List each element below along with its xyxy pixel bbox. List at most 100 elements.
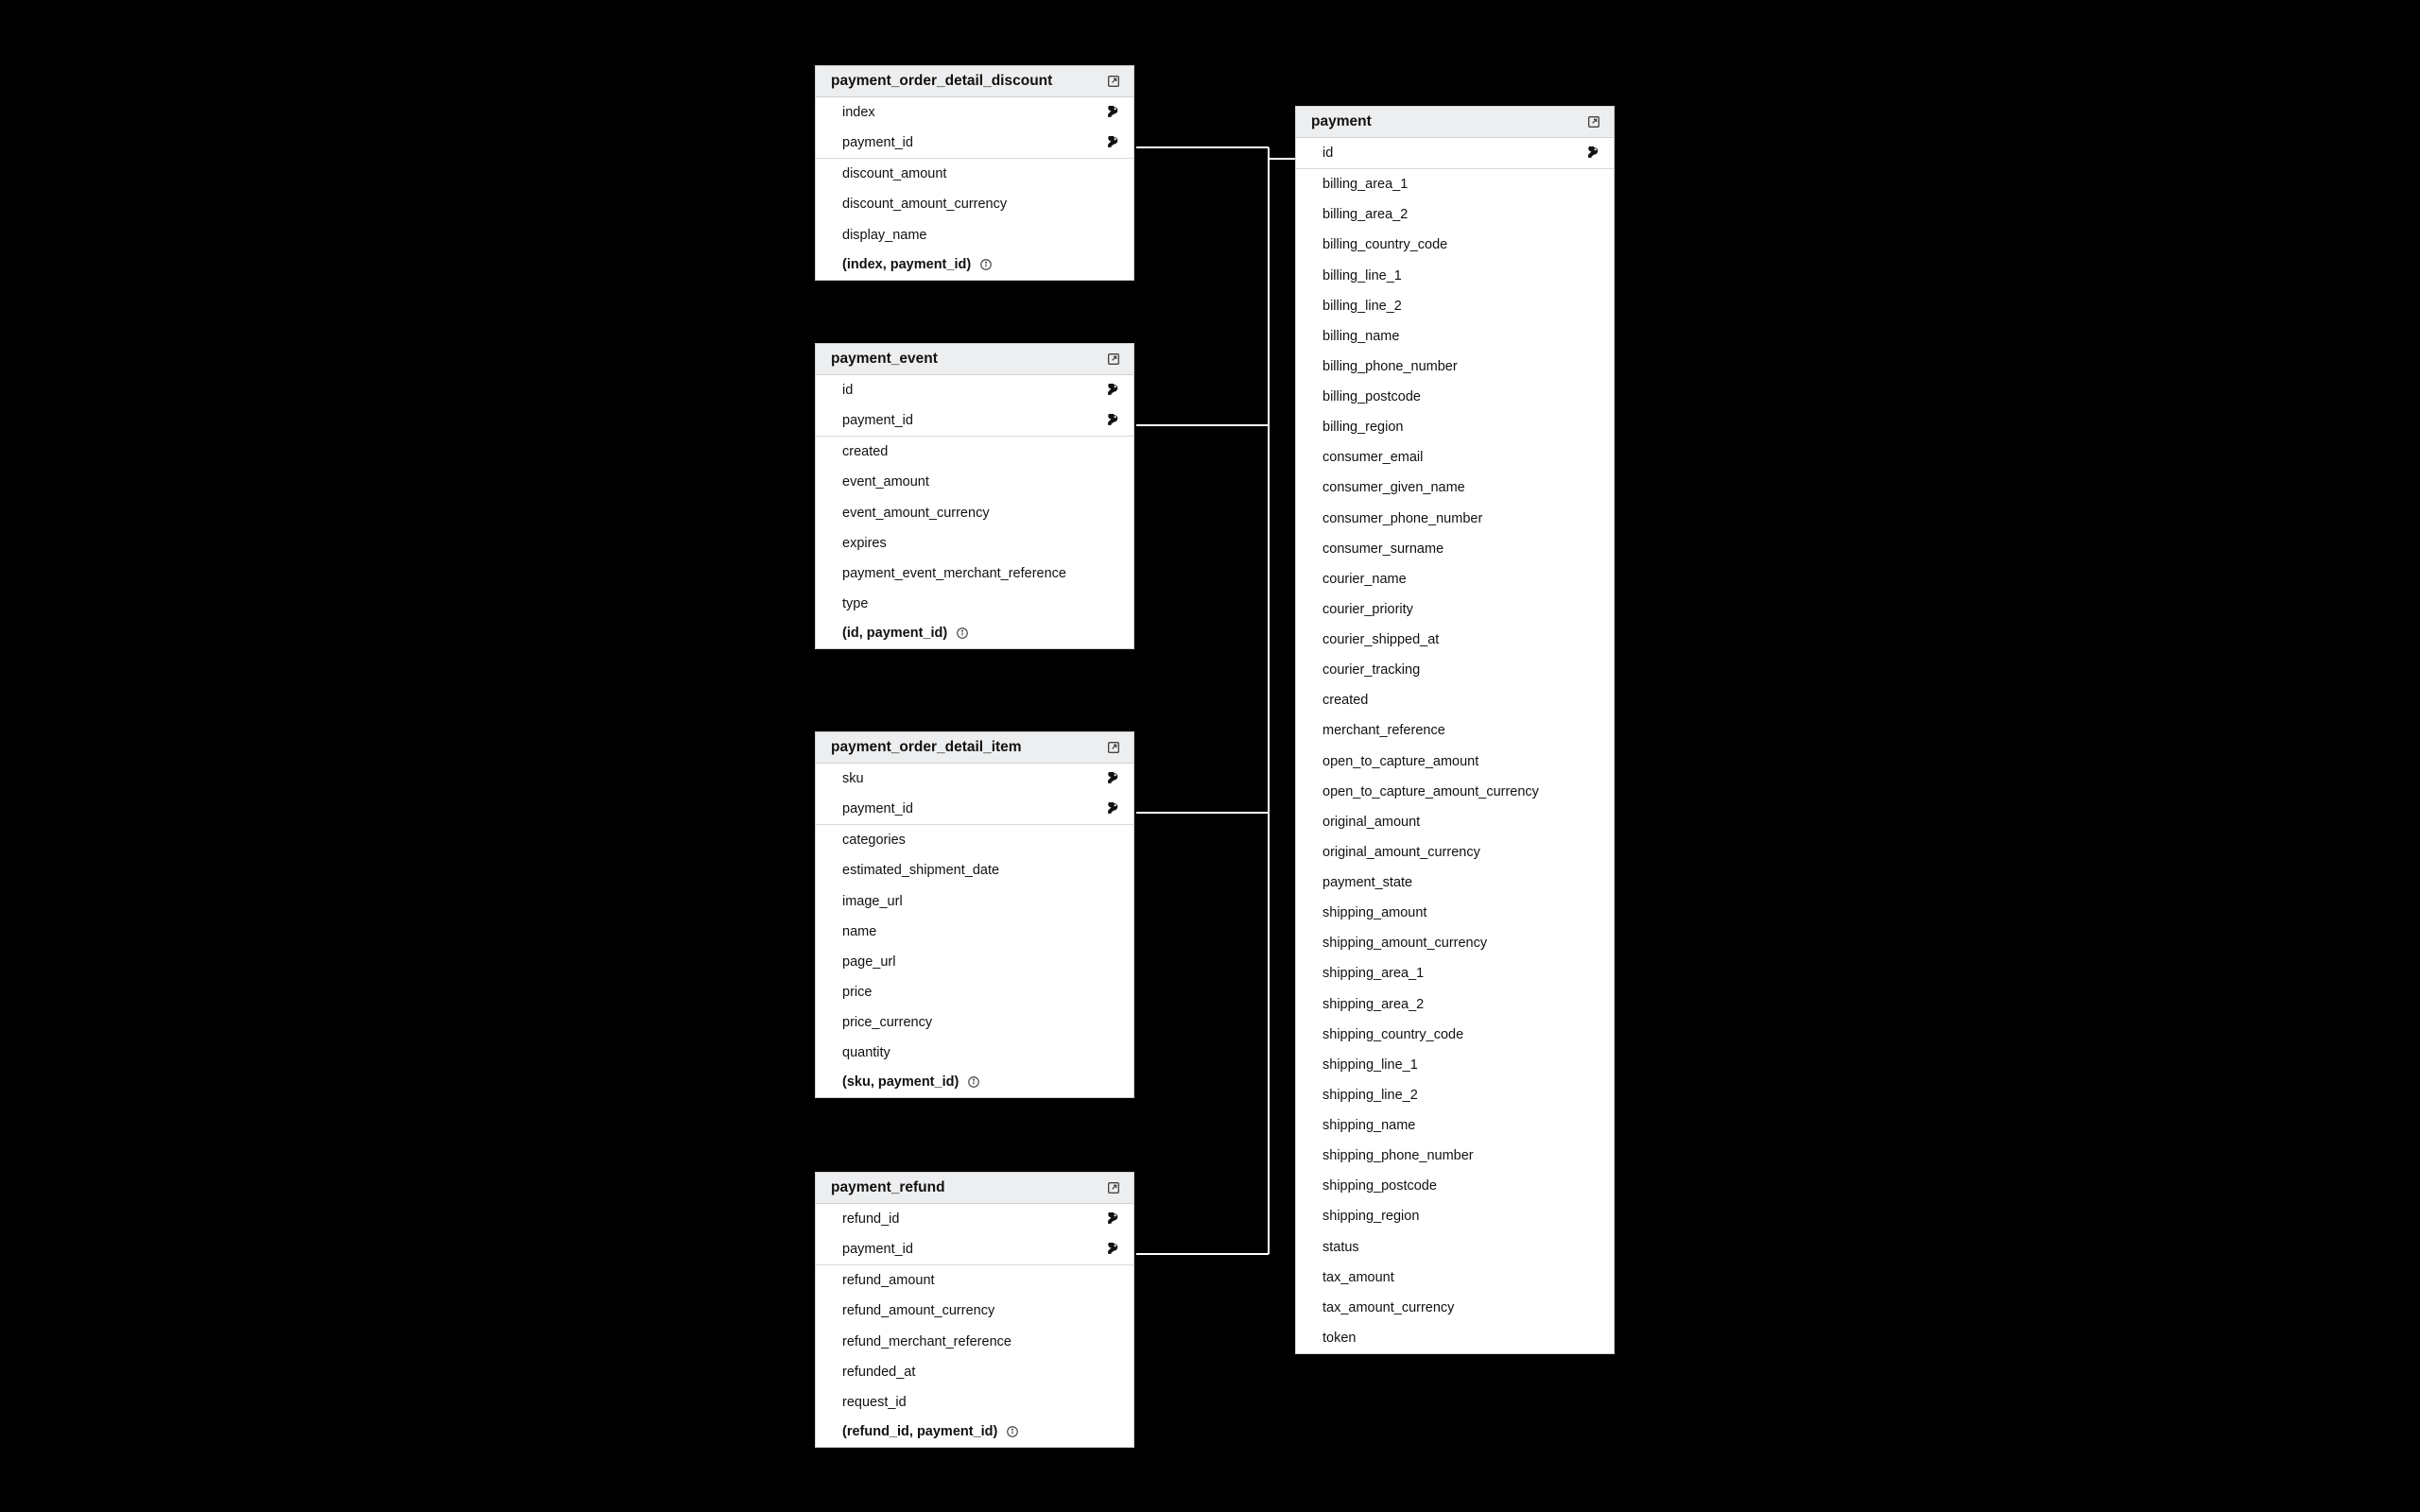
column-row[interactable]: event_amount_currency <box>816 498 1133 528</box>
column-row[interactable]: event_amount <box>816 467 1133 497</box>
column-row[interactable]: id <box>1296 138 1614 168</box>
open-external-icon[interactable] <box>1105 1179 1122 1196</box>
column-row[interactable]: shipping_line_1 <box>1296 1050 1614 1080</box>
column-row[interactable]: shipping_amount <box>1296 898 1614 928</box>
column-row[interactable]: created <box>816 437 1133 467</box>
column-name: name <box>842 923 876 940</box>
column-row[interactable]: price_currency <box>816 1007 1133 1038</box>
column-name: created <box>842 443 888 460</box>
table-payment-order-detail-item[interactable]: payment_order_detail_item sku payment_id… <box>815 731 1134 1098</box>
column-row[interactable]: sku <box>816 764 1133 794</box>
table-title: payment <box>1311 113 1372 130</box>
column-row[interactable]: refund_merchant_reference <box>816 1327 1133 1357</box>
open-external-icon[interactable] <box>1105 351 1122 368</box>
column-row[interactable]: billing_country_code <box>1296 230 1614 260</box>
column-row[interactable]: billing_name <box>1296 321 1614 352</box>
open-external-icon[interactable] <box>1105 73 1122 90</box>
column-name: refund_merchant_reference <box>842 1333 1011 1350</box>
column-row[interactable]: payment_event_merchant_reference <box>816 558 1133 589</box>
column-row[interactable]: created <box>1296 685 1614 715</box>
column-row[interactable]: tax_amount_currency <box>1296 1293 1614 1323</box>
column-row[interactable]: shipping_area_2 <box>1296 989 1614 1020</box>
column-name: payment_id <box>842 1241 913 1258</box>
column-row[interactable]: page_url <box>816 947 1133 977</box>
column-row[interactable]: shipping_region <box>1296 1201 1614 1231</box>
column-row[interactable]: discount_amount <box>816 159 1133 189</box>
column-row[interactable]: token <box>1296 1323 1614 1353</box>
column-row[interactable]: display_name <box>816 220 1133 250</box>
table-payment-order-detail-discount[interactable]: payment_order_detail_discount index paym… <box>815 65 1134 281</box>
column-row[interactable]: consumer_surname <box>1296 534 1614 564</box>
column-row[interactable]: shipping_postcode <box>1296 1171 1614 1201</box>
column-row[interactable]: estimated_shipment_date <box>816 855 1133 885</box>
column-row[interactable]: payment_state <box>1296 868 1614 898</box>
column-row[interactable]: shipping_amount_currency <box>1296 928 1614 958</box>
column-row[interactable]: billing_phone_number <box>1296 352 1614 382</box>
column-row[interactable]: discount_amount_currency <box>816 189 1133 219</box>
table-header[interactable]: payment <box>1296 107 1614 138</box>
column-row[interactable]: categories <box>816 825 1133 855</box>
info-icon[interactable] <box>955 627 969 641</box>
column-name: discount_amount_currency <box>842 196 1007 213</box>
table-header[interactable]: payment_order_detail_item <box>816 732 1133 764</box>
column-row[interactable]: original_amount_currency <box>1296 837 1614 868</box>
column-row[interactable]: consumer_email <box>1296 442 1614 472</box>
column-row[interactable]: type <box>816 589 1133 619</box>
column-row[interactable]: shipping_name <box>1296 1110 1614 1141</box>
open-external-icon[interactable] <box>1105 739 1122 756</box>
column-row[interactable]: original_amount <box>1296 807 1614 837</box>
column-row[interactable]: shipping_phone_number <box>1296 1141 1614 1171</box>
table-payment-event[interactable]: payment_event id payment_id created even… <box>815 343 1134 649</box>
open-external-icon[interactable] <box>1585 113 1602 130</box>
column-row[interactable]: index <box>816 97 1133 128</box>
column-name: index <box>842 104 875 121</box>
table-header[interactable]: payment_event <box>816 344 1133 375</box>
column-row[interactable]: open_to_capture_amount <box>1296 747 1614 777</box>
column-row[interactable]: consumer_phone_number <box>1296 504 1614 534</box>
column-row[interactable]: refund_amount_currency <box>816 1296 1133 1326</box>
column-row[interactable]: status <box>1296 1232 1614 1263</box>
table-header[interactable]: payment_refund <box>816 1173 1133 1204</box>
column-row[interactable]: refund_amount <box>816 1265 1133 1296</box>
column-row[interactable]: refunded_at <box>816 1357 1133 1387</box>
column-row[interactable]: courier_name <box>1296 564 1614 594</box>
table-payment[interactable]: payment id billing_area_1billing_area_2b… <box>1295 106 1615 1354</box>
column-row[interactable]: payment_id <box>816 128 1133 158</box>
column-row[interactable]: billing_area_2 <box>1296 199 1614 230</box>
column-row[interactable]: billing_area_1 <box>1296 169 1614 199</box>
column-row[interactable]: name <box>816 917 1133 947</box>
table-header[interactable]: payment_order_detail_discount <box>816 66 1133 97</box>
column-row[interactable]: shipping_area_1 <box>1296 958 1614 988</box>
column-row[interactable]: id <box>816 375 1133 405</box>
column-row[interactable]: merchant_reference <box>1296 715 1614 746</box>
column-name: original_amount <box>1322 814 1420 831</box>
info-icon[interactable] <box>966 1075 980 1090</box>
column-name: tax_amount_currency <box>1322 1299 1454 1316</box>
column-row[interactable]: open_to_capture_amount_currency <box>1296 777 1614 807</box>
column-row[interactable]: tax_amount <box>1296 1263 1614 1293</box>
info-icon[interactable] <box>1005 1424 1019 1438</box>
table-payment-refund[interactable]: payment_refund refund_id payment_id refu… <box>815 1172 1134 1448</box>
column-row[interactable]: shipping_line_2 <box>1296 1080 1614 1110</box>
column-row[interactable]: price <box>816 977 1133 1007</box>
column-row[interactable]: request_id <box>816 1387 1133 1418</box>
column-row[interactable]: quantity <box>816 1038 1133 1068</box>
column-row[interactable]: billing_region <box>1296 412 1614 442</box>
column-row[interactable]: refund_id <box>816 1204 1133 1234</box>
column-row[interactable]: billing_line_2 <box>1296 291 1614 321</box>
column-name: billing_line_2 <box>1322 298 1402 315</box>
column-row[interactable]: payment_id <box>816 794 1133 824</box>
column-row[interactable]: billing_postcode <box>1296 382 1614 412</box>
column-row[interactable]: expires <box>816 528 1133 558</box>
column-row[interactable]: payment_id <box>816 405 1133 436</box>
column-row[interactable]: image_url <box>816 886 1133 917</box>
column-row[interactable]: billing_line_1 <box>1296 261 1614 291</box>
column-row[interactable]: courier_tracking <box>1296 655 1614 685</box>
column-row[interactable]: consumer_given_name <box>1296 472 1614 503</box>
column-row[interactable]: courier_priority <box>1296 594 1614 625</box>
column-row[interactable]: payment_id <box>816 1234 1133 1264</box>
column-row[interactable]: shipping_country_code <box>1296 1020 1614 1050</box>
info-icon[interactable] <box>978 257 993 271</box>
column-name: event_amount_currency <box>842 505 990 522</box>
column-row[interactable]: courier_shipped_at <box>1296 625 1614 655</box>
